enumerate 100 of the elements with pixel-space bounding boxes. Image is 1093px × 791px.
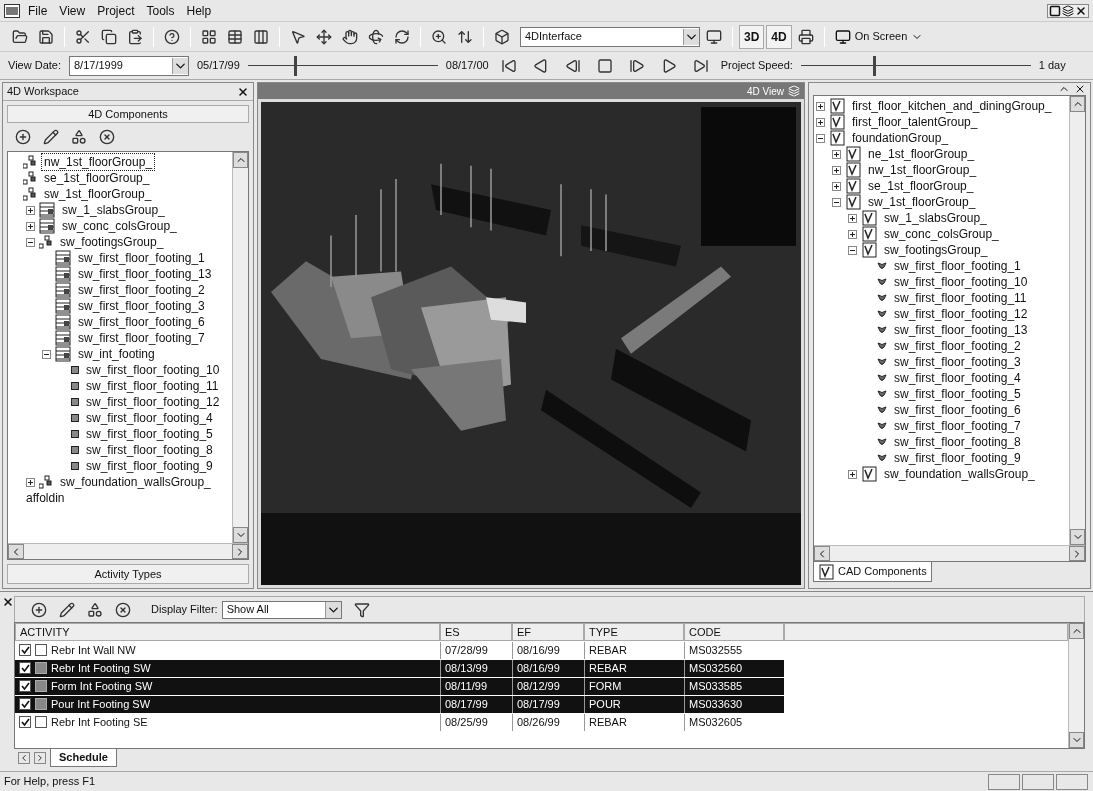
tree-item[interactable]: nw_1st_floorGroup_ bbox=[865, 161, 980, 179]
tree-item[interactable]: sw_footingsGroup_ bbox=[881, 241, 991, 259]
panel-tab[interactable]: Activity Types bbox=[7, 564, 249, 584]
tree-item[interactable]: sw_first_floor_footing_1 bbox=[75, 249, 208, 267]
tree-item[interactable]: sw_footingsGroup_ bbox=[57, 233, 167, 251]
tree-item[interactable]: affoldin bbox=[23, 489, 68, 507]
window-controls[interactable] bbox=[1047, 3, 1089, 18]
tree-item[interactable]: sw_first_floor_footing_7 bbox=[891, 417, 1024, 435]
mode-button[interactable]: 4D bbox=[766, 24, 792, 49]
tree-item[interactable]: sw_first_floor_footing_13 bbox=[75, 265, 215, 283]
tree-item[interactable]: sw_first_floor_footing_8 bbox=[891, 433, 1024, 451]
tree-item[interactable]: sw_first_floor_footing_10 bbox=[891, 273, 1031, 291]
menu-item[interactable]: Tools bbox=[142, 1, 179, 20]
tree-item[interactable]: first_floor_talentGroup_ bbox=[849, 113, 981, 131]
tree-item[interactable]: sw_first_floor_footing_3 bbox=[891, 353, 1024, 371]
shapes-icon[interactable] bbox=[71, 129, 87, 145]
scroll-down-button[interactable] bbox=[1069, 732, 1084, 748]
scroll-right-button[interactable] bbox=[1069, 546, 1085, 561]
row-checkbox[interactable] bbox=[19, 716, 31, 728]
tree-item[interactable]: sw_first_floor_footing_4 bbox=[83, 409, 216, 427]
scroll-left-button[interactable] bbox=[814, 546, 830, 561]
tree-item[interactable]: sw_first_floor_footing_6 bbox=[75, 313, 208, 331]
column-header[interactable]: ACTIVITY bbox=[15, 623, 440, 641]
close-icon[interactable] bbox=[2, 596, 14, 608]
collapse-button[interactable] bbox=[816, 133, 825, 143]
menu-item[interactable]: File bbox=[24, 1, 52, 20]
expand-button[interactable] bbox=[832, 149, 841, 159]
filter-select[interactable]: Show All bbox=[221, 600, 342, 619]
expand-button[interactable] bbox=[848, 229, 857, 239]
tree-item[interactable]: sw_1st_floorGroup_ bbox=[865, 193, 979, 211]
tree-item[interactable]: se_1st_floorGroup_ bbox=[41, 169, 153, 187]
scroll-left-button[interactable] bbox=[8, 544, 24, 559]
tree-item[interactable]: sw_first_floor_footing_5 bbox=[891, 385, 1024, 403]
close-icon[interactable] bbox=[237, 85, 249, 98]
expand-button[interactable] bbox=[848, 469, 857, 479]
expand-button[interactable] bbox=[26, 205, 35, 215]
scroll-down-button[interactable] bbox=[233, 527, 248, 543]
tree-item[interactable]: first_floor_kitchen_and_diningGroup_ bbox=[849, 97, 1055, 115]
row-checkbox[interactable] bbox=[19, 698, 31, 710]
filter-icon[interactable] bbox=[353, 601, 370, 618]
expand-button[interactable] bbox=[26, 477, 35, 487]
menu-item[interactable]: Help bbox=[182, 1, 216, 20]
delete-icon[interactable] bbox=[99, 129, 115, 145]
tree-item[interactable]: sw_first_floor_footing_1 bbox=[891, 257, 1024, 275]
tree-item[interactable]: sw_first_floor_footing_9 bbox=[891, 449, 1024, 467]
delete-icon[interactable] bbox=[115, 601, 131, 618]
tree-item[interactable]: sw_first_floor_footing_5 bbox=[83, 425, 216, 443]
column-header[interactable]: ES bbox=[440, 623, 512, 641]
tree-item[interactable]: sw_first_floor_footing_11 bbox=[891, 289, 1030, 307]
tree-item[interactable]: sw_conc_colsGroup_ bbox=[881, 225, 1002, 243]
tree-item[interactable]: sw_foundation_wallsGroup_ bbox=[881, 465, 1038, 483]
view-date-field[interactable]: 8/17/1999 bbox=[69, 55, 189, 76]
expand-button[interactable] bbox=[832, 165, 841, 175]
tree-item[interactable]: sw_conc_colsGroup_ bbox=[59, 217, 180, 235]
tree-item[interactable]: sw_first_floor_footing_7 bbox=[75, 329, 208, 347]
row-checkbox[interactable] bbox=[19, 680, 31, 692]
tree-item[interactable]: sw_first_floor_footing_9 bbox=[83, 457, 216, 475]
view-combo[interactable]: 4DInterface bbox=[520, 26, 700, 47]
slider-thumb[interactable] bbox=[873, 55, 877, 76]
menu-item[interactable]: View bbox=[55, 1, 90, 20]
tree-item[interactable]: sw_first_floor_footing_2 bbox=[891, 337, 1024, 355]
expand-button[interactable] bbox=[26, 221, 35, 231]
scroll-up-button[interactable] bbox=[233, 152, 248, 168]
tree-item[interactable]: sw_first_floor_footing_2 bbox=[75, 281, 208, 299]
schedule-tab[interactable]: Schedule bbox=[50, 749, 117, 767]
scroll-up-button[interactable] bbox=[1069, 623, 1084, 639]
panel-tab[interactable]: CAD Components bbox=[813, 562, 932, 582]
menu-item[interactable]: Project bbox=[93, 1, 139, 20]
expand-button[interactable] bbox=[816, 117, 825, 127]
tree-item[interactable]: sw_int_footing bbox=[75, 345, 158, 363]
tree-item[interactable]: sw_first_floor_footing_6 bbox=[891, 401, 1024, 419]
panel-tab[interactable]: 4D Components bbox=[7, 105, 249, 123]
table-row[interactable]: Form Int Footing SW 08/11/99 08/12/99 FORM MS033585 bbox=[15, 677, 784, 695]
collapse-button[interactable] bbox=[42, 349, 51, 359]
column-header[interactable]: TYPE bbox=[584, 623, 684, 641]
collapse-button[interactable] bbox=[832, 197, 841, 207]
row-checkbox[interactable] bbox=[19, 662, 31, 674]
tree-item[interactable]: ne_1st_floorGroup_ bbox=[865, 145, 978, 163]
tree-item[interactable]: sw_first_floor_footing_12 bbox=[891, 305, 1031, 323]
collapse-button[interactable] bbox=[848, 245, 857, 255]
add-icon[interactable] bbox=[15, 129, 31, 145]
tree-item[interactable]: sw_first_floor_footing_10 bbox=[83, 361, 223, 379]
collapse-button[interactable] bbox=[26, 237, 35, 247]
tree-item[interactable]: sw_first_floor_footing_13 bbox=[891, 321, 1031, 339]
tree-item[interactable]: foundationGroup_ bbox=[849, 129, 952, 147]
tree-item[interactable]: sw_first_floor_footing_8 bbox=[83, 441, 216, 459]
tree-item[interactable]: sw_first_floor_footing_11 bbox=[83, 377, 222, 395]
add-icon[interactable] bbox=[31, 601, 47, 618]
tree-item[interactable]: sw_first_floor_footing_3 bbox=[75, 297, 208, 315]
edit-icon[interactable] bbox=[43, 129, 59, 145]
row-checkbox[interactable] bbox=[19, 644, 31, 656]
table-row[interactable]: Pour Int Footing SW 08/17/99 08/17/99 POUR MS033630 bbox=[15, 695, 784, 713]
scroll-right-button[interactable] bbox=[232, 544, 248, 559]
tree-item[interactable]: sw_first_floor_footing_4 bbox=[891, 369, 1024, 387]
tree-item[interactable]: sw_first_floor_footing_12 bbox=[83, 393, 223, 411]
expand-button[interactable] bbox=[848, 213, 857, 223]
shapes-icon[interactable] bbox=[87, 601, 103, 618]
output-button[interactable]: On Screen bbox=[830, 24, 928, 49]
tree-item[interactable]: se_1st_floorGroup_ bbox=[865, 177, 977, 195]
close-icon[interactable] bbox=[1074, 83, 1086, 95]
